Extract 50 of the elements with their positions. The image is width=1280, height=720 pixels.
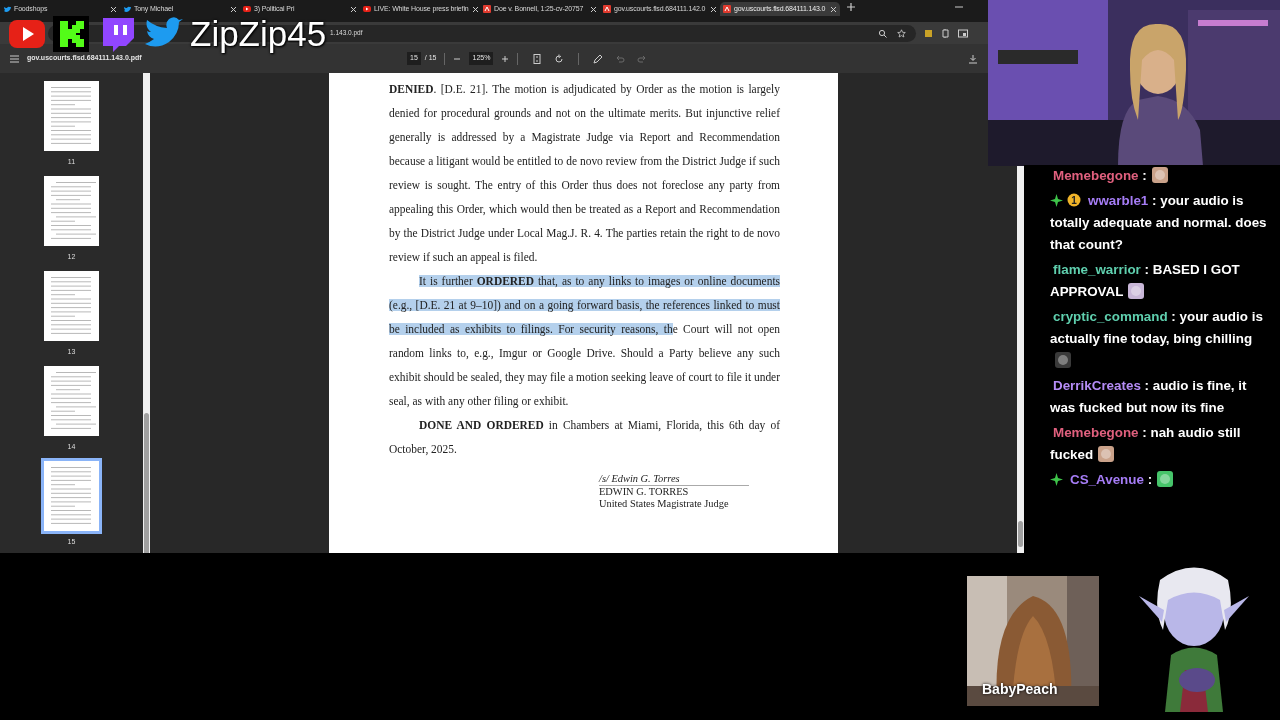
coin-badge: 1 bbox=[1067, 193, 1081, 207]
scrollbar[interactable] bbox=[1017, 166, 1024, 553]
document-icon bbox=[603, 5, 611, 13]
chat-message: Memebegone : nah audio still fucked bbox=[1050, 424, 1242, 464]
close-icon[interactable] bbox=[590, 5, 597, 13]
rotate-icon[interactable] bbox=[554, 53, 565, 64]
pen-icon[interactable] bbox=[593, 53, 604, 64]
bird-icon bbox=[3, 5, 11, 13]
window-icon[interactable] bbox=[958, 28, 968, 38]
close-icon[interactable] bbox=[471, 5, 479, 13]
close-icon[interactable] bbox=[230, 5, 237, 13]
close-icon[interactable] bbox=[710, 5, 717, 13]
close-icon[interactable] bbox=[110, 5, 117, 13]
close-icon[interactable] bbox=[350, 5, 357, 13]
play-icon bbox=[243, 5, 251, 13]
page-thumbnail[interactable] bbox=[41, 78, 102, 154]
document-paragraph: DENIED. [D.E. 21]. The motion is adjudicated by Order as the motion is largely denied for procedural grounds and not on the ultimate merits. But injunctive relief generally is addressed by a Magistrate Judge via Report and Recommendation because a litigant would be entitled to de novo review from the District Judge if such review is sought. The entry of this Order thus does not foreclose any party from appealing this Order, which would then be treated as a Report and Recommendation by the District Judge under Local Mag.J. R. 4. The parties retain the right to de novo review if such an appeal is filed. bbox=[389, 82, 780, 266]
chat-message: 1 wwarble1 : your audio is totally adequate and normal. does that count? bbox=[1050, 190, 1272, 256]
document-icon bbox=[483, 5, 491, 13]
guest-caption: BabyPeach bbox=[982, 680, 1058, 699]
play-icon bbox=[363, 5, 371, 13]
close-icon[interactable] bbox=[830, 5, 837, 13]
zoom-in-icon[interactable] bbox=[501, 54, 510, 63]
chat-message: flame_warrior : BASED I GOT APPROVAL bbox=[1050, 261, 1241, 301]
document-paragraph: It is further ORDERED that, as to any links to images or online documents (e.g., [D.E. 21 at 9–10]) and on a going forward basis, the references linked to must be included as exhibits to filings. For security reasons, the Court will not open random links to, e.g., Imgur or Google Drive. Should a Party believe any such exhibit should be sealed, they may file a motion seeking leave of court to file it under seal, as with any other filing or exhibit. bbox=[389, 274, 780, 410]
page-thumbnail[interactable] bbox=[41, 268, 102, 344]
page-thumbnail[interactable] bbox=[41, 363, 102, 439]
star-icon[interactable] bbox=[897, 28, 906, 38]
chat-message: Memebegone : bbox=[1050, 165, 1272, 187]
scrollbar[interactable] bbox=[143, 73, 150, 553]
chat-message: DerrikCreates : audio is fine, it was fucked but now its fine bbox=[1050, 377, 1248, 417]
puzzle-icon[interactable] bbox=[941, 28, 950, 38]
signer-title: United States Magistrate Judge bbox=[599, 498, 730, 510]
document-icon bbox=[723, 5, 731, 13]
zoom-icon[interactable] bbox=[878, 28, 887, 38]
bird-icon bbox=[123, 5, 131, 13]
chat-message: CS_Avenue : bbox=[1050, 469, 1272, 491]
document-paragraph: DONE AND ORDERED in Chambers at Miami, Florida, this 6th day of October, 2025. bbox=[389, 418, 780, 457]
signer-name: EDWIN G. TORRES bbox=[599, 486, 690, 498]
diamond-badge-icon bbox=[1050, 194, 1063, 207]
page-thumbnail[interactable] bbox=[41, 458, 102, 534]
extension-icon[interactable] bbox=[924, 28, 933, 38]
new-tab-icon[interactable] bbox=[846, 2, 856, 12]
page-thumbnail[interactable] bbox=[41, 173, 102, 249]
diamond-badge-icon bbox=[1050, 473, 1063, 486]
fit-page-icon[interactable] bbox=[532, 53, 543, 64]
download-icon[interactable] bbox=[968, 53, 978, 64]
chat-message: cryptic_command : your audio is actually fine today, bing chilling bbox=[1050, 306, 1272, 372]
menu-icon[interactable] bbox=[10, 54, 19, 63]
signature-line: /s/ Edwin G. Torres bbox=[599, 473, 749, 486]
